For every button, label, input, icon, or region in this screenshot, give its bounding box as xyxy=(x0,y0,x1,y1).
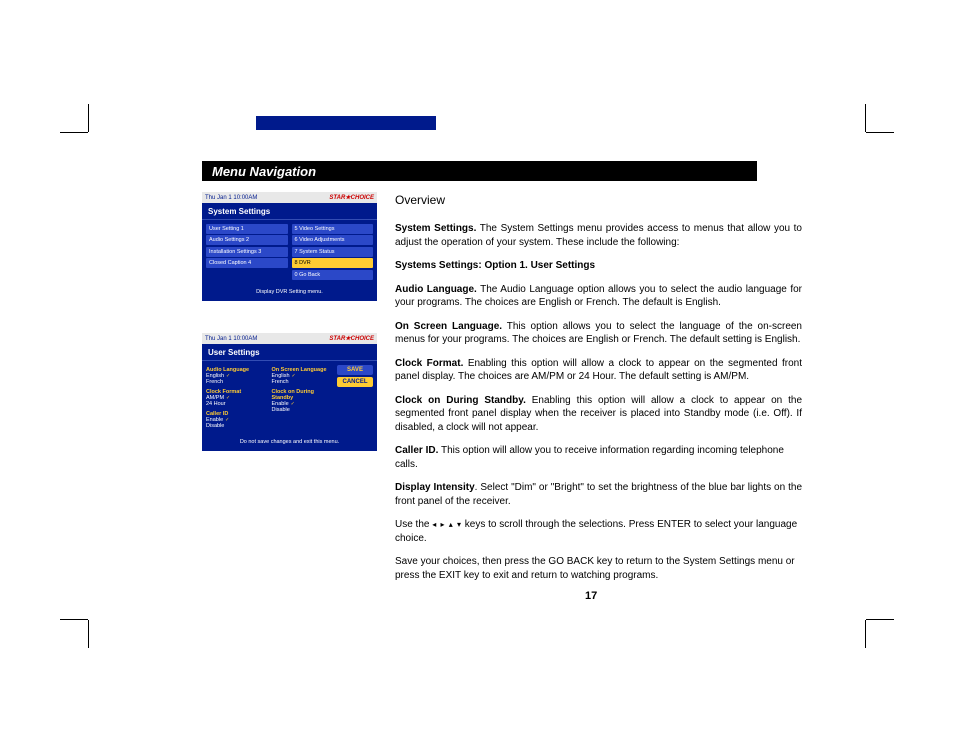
page-number: 17 xyxy=(585,590,597,602)
menu-item[interactable]: 7 System Status xyxy=(292,247,374,257)
button-column: SAVE CANCEL xyxy=(337,363,373,429)
menu-item[interactable]: User Setting 1 xyxy=(206,224,288,234)
menu-item[interactable]: Installation Settings 3 xyxy=(206,247,288,257)
cancel-button[interactable]: CANCEL xyxy=(337,377,373,387)
setting-option[interactable]: French xyxy=(206,379,266,385)
setting-option[interactable]: 24 Hour xyxy=(206,401,266,407)
setting-option[interactable]: Disable xyxy=(272,407,332,413)
shot-header: Thu Jan 1 10:00AM STAR★CHOICE xyxy=(202,192,377,203)
menu-grid: User Setting 1Audio Settings 2 Installati… xyxy=(202,220,377,283)
body-text-column: Overview System Settings. The System Set… xyxy=(395,192,802,592)
save-button[interactable]: SAVE xyxy=(337,365,373,375)
paragraph-audio-language: Audio Language. The Audio Language optio… xyxy=(395,283,802,310)
paragraph-display-intensity: Display Intensity. Select "Dim" or "Brig… xyxy=(395,481,802,508)
arrow-keys-icon: ◂ ▸ ▴ ▾ xyxy=(432,520,462,529)
screenshots-column: Thu Jan 1 10:00AM STAR★CHOICE System Set… xyxy=(202,192,377,592)
paragraph-caller-id: Caller ID. This option will allow you to… xyxy=(395,444,802,471)
setting-option[interactable]: Disable xyxy=(206,423,266,429)
paragraph-clock-format: Clock Format. Enabling this option will … xyxy=(395,357,802,384)
section-title: Menu Navigation xyxy=(212,164,316,179)
setting-label: Clock on During Standby xyxy=(272,389,332,401)
shot-footer: Display DVR Setting menu. xyxy=(202,283,377,295)
menu-item[interactable]: 0 Go Back xyxy=(292,270,374,280)
section-title-bar: Menu Navigation xyxy=(202,161,757,181)
paragraph-use-keys: Use the ◂ ▸ ▴ ▾ keys to scroll through t… xyxy=(395,518,802,545)
shot-title: System Settings xyxy=(202,203,377,220)
menu-item[interactable]: Closed Caption 4 xyxy=(206,258,288,268)
subheading-option1: Systems Settings: Option 1. User Setting… xyxy=(395,259,802,273)
screenshot-user-settings: Thu Jan 1 10:00AM STAR★CHOICE User Setti… xyxy=(202,333,377,451)
check-icon xyxy=(290,373,296,379)
shot-title: User Settings xyxy=(202,344,377,361)
brand-logo: STAR★CHOICE xyxy=(329,335,374,342)
screenshot-system-settings: Thu Jan 1 10:00AM STAR★CHOICE System Set… xyxy=(202,192,377,301)
shot-header: Thu Jan 1 10:00AM STAR★CHOICE xyxy=(202,333,377,344)
menu-item[interactable]: 5 Video Settings xyxy=(292,224,374,234)
paragraph-system-settings: System Settings. The System Settings men… xyxy=(395,222,802,249)
shot-time: Thu Jan 1 10:00AM xyxy=(205,336,257,342)
paragraph-on-screen-language: On Screen Language. This option allows y… xyxy=(395,320,802,347)
paragraph-clock-standby: Clock on During Standby. Enabling this o… xyxy=(395,394,802,435)
menu-item[interactable]: 6 Video Adjustments xyxy=(292,235,374,245)
setting-option[interactable]: French xyxy=(272,379,332,385)
paragraph-save-exit: Save your choices, then press the GO BAC… xyxy=(395,555,802,582)
menu-item[interactable]: Audio Settings 2 xyxy=(206,235,288,245)
menu-item[interactable]: 8 DVR xyxy=(292,258,374,268)
check-icon xyxy=(224,373,230,379)
user-settings-grid: Audio LanguageEnglishFrenchClock FormatA… xyxy=(202,361,377,433)
shot-footer: Do not save changes and exit this menu. xyxy=(202,433,377,445)
shot-time: Thu Jan 1 10:00AM xyxy=(205,195,257,201)
brand-logo: STAR★CHOICE xyxy=(329,194,374,201)
content-area: Thu Jan 1 10:00AM STAR★CHOICE System Set… xyxy=(202,192,802,592)
overview-heading: Overview xyxy=(395,192,802,208)
blue-accent-tab xyxy=(256,116,436,130)
